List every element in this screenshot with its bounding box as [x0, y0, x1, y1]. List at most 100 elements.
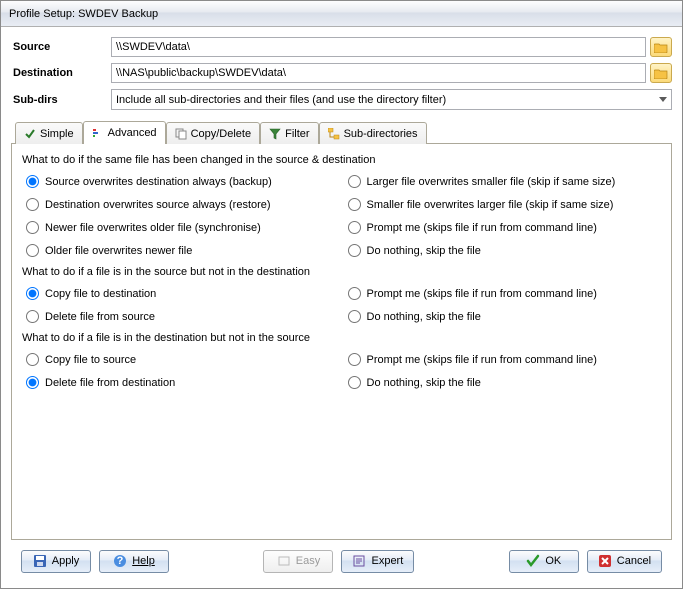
button-label: Easy	[296, 555, 320, 567]
funnel-icon	[269, 128, 281, 140]
button-bar: Apply ? Help Easy Expert OK Canc	[11, 540, 672, 582]
radio-input[interactable]	[348, 287, 361, 300]
radio-larger-overwrites[interactable]: Larger file overwrites smaller file (ski…	[342, 170, 664, 193]
radio-input[interactable]	[26, 310, 39, 323]
radio-skip-conflict[interactable]: Do nothing, skip the file	[342, 239, 664, 262]
tab-label: Advanced	[108, 127, 157, 139]
conflict-col-right: Larger file overwrites smaller file (ski…	[342, 170, 664, 262]
radio-prompt-dest-only[interactable]: Prompt me (skips file if run from comman…	[342, 348, 664, 371]
tab-advanced[interactable]: Advanced	[83, 121, 166, 144]
tab-copydelete[interactable]: Copy/Delete	[166, 122, 261, 144]
source-only-col-right: Prompt me (skips file if run from comman…	[342, 282, 664, 328]
radio-copy-to-source[interactable]: Copy file to source	[20, 348, 342, 371]
check-icon	[526, 554, 540, 568]
radio-input[interactable]	[348, 198, 361, 211]
radio-label: Newer file overwrites older file (synchr…	[45, 222, 261, 234]
radio-label: Prompt me (skips file if run from comman…	[367, 222, 597, 234]
tab-label: Filter	[285, 128, 309, 140]
radio-source-overwrites[interactable]: Source overwrites destination always (ba…	[20, 170, 342, 193]
profile-setup-window: Profile Setup: SWDEV Backup Source \\SWD…	[0, 0, 683, 589]
radio-prompt-conflict[interactable]: Prompt me (skips file if run from comman…	[342, 216, 664, 239]
chevron-down-icon	[659, 97, 667, 102]
radio-label: Smaller file overwrites larger file (ski…	[367, 199, 614, 211]
subdirs-dropdown[interactable]: Include all sub-directories and their fi…	[111, 89, 672, 110]
dest-only-col-right: Prompt me (skips file if run from comman…	[342, 348, 664, 394]
radio-destination-overwrites[interactable]: Destination overwrites source always (re…	[20, 193, 342, 216]
radio-input[interactable]	[26, 244, 39, 257]
dest-only-col-left: Copy file to source Delete file from des…	[20, 348, 342, 394]
close-icon	[598, 554, 612, 568]
section-conflict-heading: What to do if the same file has been cha…	[20, 150, 663, 170]
radio-label: Prompt me (skips file if run from comman…	[367, 288, 597, 300]
radio-skip-source-only[interactable]: Do nothing, skip the file	[342, 305, 664, 328]
easy-button: Easy	[263, 550, 333, 573]
section-source-only-heading: What to do if a file is in the source bu…	[20, 262, 663, 282]
radio-input[interactable]	[348, 244, 361, 257]
radio-label: Do nothing, skip the file	[367, 311, 481, 323]
conflict-radios: Source overwrites destination always (ba…	[20, 170, 663, 262]
radio-input[interactable]	[26, 175, 39, 188]
ok-button[interactable]: OK	[509, 550, 579, 573]
radio-copy-to-dest[interactable]: Copy file to destination	[20, 282, 342, 305]
easy-icon	[277, 554, 291, 568]
radio-smaller-overwrites[interactable]: Smaller file overwrites larger file (ski…	[342, 193, 664, 216]
radio-label: Do nothing, skip the file	[367, 245, 481, 257]
radio-prompt-source-only[interactable]: Prompt me (skips file if run from comman…	[342, 282, 664, 305]
expert-icon	[352, 554, 366, 568]
destination-input[interactable]: \\NAS\public\backup\SWDEV\data\	[111, 63, 646, 83]
radio-input[interactable]	[348, 310, 361, 323]
radio-input[interactable]	[348, 376, 361, 389]
destination-label: Destination	[11, 67, 111, 79]
radio-delete-from-dest[interactable]: Delete file from destination	[20, 371, 342, 394]
tab-filter[interactable]: Filter	[260, 122, 318, 144]
radio-input[interactable]	[26, 353, 39, 366]
radio-newer-overwrites[interactable]: Newer file overwrites older file (synchr…	[20, 216, 342, 239]
browse-destination-button[interactable]	[650, 63, 672, 83]
button-label: OK	[545, 555, 561, 567]
radio-label: Do nothing, skip the file	[367, 377, 481, 389]
sliders-icon	[92, 127, 104, 139]
radio-delete-from-source[interactable]: Delete file from source	[20, 305, 342, 328]
radio-label: Delete file from destination	[45, 377, 175, 389]
tab-label: Copy/Delete	[191, 128, 252, 140]
tab-simple[interactable]: Simple	[15, 122, 83, 144]
subdirs-selected: Include all sub-directories and their fi…	[116, 94, 446, 106]
subdirs-label: Sub-dirs	[11, 94, 111, 106]
help-button[interactable]: ? Help	[99, 550, 169, 573]
radio-label: Prompt me (skips file if run from comman…	[367, 354, 597, 366]
radio-input[interactable]	[26, 287, 39, 300]
tab-label: Sub-directories	[344, 128, 418, 140]
radio-older-overwrites[interactable]: Older file overwrites newer file	[20, 239, 342, 262]
check-icon	[24, 128, 36, 140]
copy-icon	[175, 128, 187, 140]
cancel-button[interactable]: Cancel	[587, 550, 662, 573]
radio-skip-dest-only[interactable]: Do nothing, skip the file	[342, 371, 664, 394]
radio-label: Destination overwrites source always (re…	[45, 199, 271, 211]
source-label: Source	[11, 41, 111, 53]
radio-input[interactable]	[348, 175, 361, 188]
radio-label: Copy file to source	[45, 354, 136, 366]
button-label: Help	[132, 555, 155, 567]
radio-label: Larger file overwrites smaller file (ski…	[367, 176, 616, 188]
radio-label: Source overwrites destination always (ba…	[45, 176, 272, 188]
radio-input[interactable]	[26, 376, 39, 389]
tab-subdirectories[interactable]: Sub-directories	[319, 122, 427, 144]
radio-input[interactable]	[348, 221, 361, 234]
content-area: Source \\SWDEV\data\ Destination \\NAS\p…	[1, 27, 682, 588]
radio-input[interactable]	[348, 353, 361, 366]
source-input[interactable]: \\SWDEV\data\	[111, 37, 646, 57]
browse-source-button[interactable]	[650, 37, 672, 57]
source-row: Source \\SWDEV\data\	[11, 37, 672, 57]
tab-label: Simple	[40, 128, 74, 140]
save-icon	[33, 554, 47, 568]
expert-button[interactable]: Expert	[341, 550, 414, 573]
svg-text:?: ?	[117, 555, 124, 567]
radio-input[interactable]	[26, 198, 39, 211]
radio-input[interactable]	[26, 221, 39, 234]
radio-label: Copy file to destination	[45, 288, 156, 300]
source-only-radios: Copy file to destination Delete file fro…	[20, 282, 663, 328]
folder-icon	[654, 42, 668, 53]
advanced-panel: What to do if the same file has been cha…	[11, 143, 672, 540]
apply-button[interactable]: Apply	[21, 550, 91, 573]
dest-only-radios: Copy file to source Delete file from des…	[20, 348, 663, 394]
